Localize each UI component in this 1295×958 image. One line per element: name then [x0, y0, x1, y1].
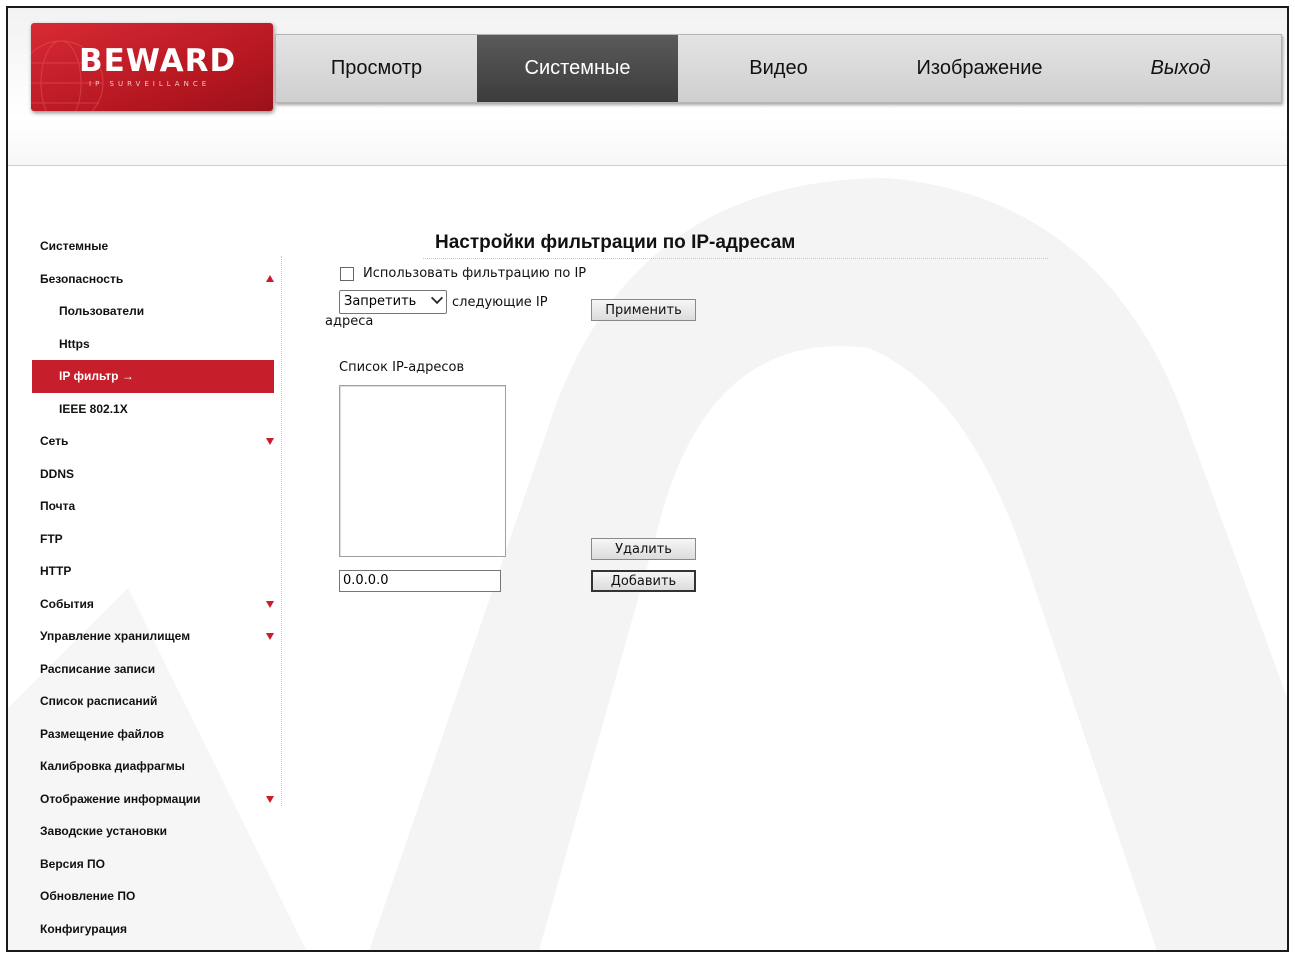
sidebar-item-label: Безопасность — [40, 271, 124, 286]
filter-mode-value: Запретить — [344, 294, 417, 309]
following-ip-label: следующие IP — [452, 295, 548, 310]
top-navigation: Просмотр Системные Видео Изображение Вых… — [275, 34, 1282, 103]
expand-arrow-icon[interactable] — [266, 633, 274, 640]
sidebar-item-ddns[interactable]: DDNS — [32, 458, 274, 491]
sidebar-item-label: IEEE 802.1X — [59, 401, 128, 416]
brand-name: BEWARD — [79, 43, 237, 79]
sidebar-item-ip-filter[interactable]: IP фильтр → — [32, 360, 274, 393]
tab-view[interactable]: Просмотр — [276, 35, 477, 102]
beward-logo[interactable]: BEWARD IP SURVEILLANCE — [31, 23, 273, 111]
sidebar-item-info-display[interactable]: Отображение информации — [32, 783, 274, 816]
tab-video[interactable]: Видео — [678, 35, 879, 102]
sidebar-item-label: Обновление ПО — [40, 889, 136, 903]
addresses-label: адреса — [325, 314, 374, 329]
sidebar-item-firmware-version[interactable]: Версия ПО — [32, 848, 274, 881]
use-filter-checkbox[interactable] — [340, 266, 354, 281]
ip-address-list[interactable] — [339, 385, 506, 557]
sidebar-item-label: Калибровка диафрагмы — [40, 759, 185, 773]
apply-button[interactable]: Применить — [591, 299, 696, 321]
sidebar-item-label: Конфигурация — [40, 921, 128, 936]
page-title: Настройки фильтрации по IP-адресам — [435, 232, 796, 253]
ip-address-input[interactable]: 0.0.0.0 — [339, 570, 501, 592]
sidebar-item-label: Сеть — [40, 434, 69, 448]
add-button[interactable]: Добавить — [591, 570, 696, 592]
brand-tagline: IP SURVEILLANCE — [89, 80, 211, 88]
expand-arrow-icon[interactable] — [266, 600, 274, 608]
delete-button[interactable]: Удалить — [591, 538, 696, 560]
sidebar-item-iris-calibration[interactable]: Калибровка диафрагмы — [32, 750, 274, 783]
sidebar-item-users[interactable]: Пользователи — [32, 295, 274, 328]
sidebar-item-label: Размещение файлов — [40, 726, 165, 741]
sidebar-item-configuration[interactable]: Конфигурация — [32, 913, 274, 946]
tab-image[interactable]: Изображение — [879, 35, 1080, 102]
sidebar-item-storage[interactable]: Управление хранилищем — [32, 620, 274, 653]
sidebar-item-label: Управление хранилищем — [40, 629, 191, 643]
sidebar-item-record-schedule[interactable]: Расписание записи — [32, 653, 274, 686]
sidebar-item-mail[interactable]: Почта — [32, 490, 274, 523]
sidebar-item-http[interactable]: HTTP — [32, 555, 274, 588]
sidebar-divider — [281, 256, 282, 806]
tab-system[interactable]: Системные — [477, 35, 678, 102]
sidebar-menu: Системные Безопасность Пользователи Http… — [32, 230, 274, 945]
sidebar-item-network[interactable]: Сеть — [32, 425, 274, 458]
expand-arrow-icon[interactable] — [266, 795, 274, 803]
use-filter-label: Использовать фильтрацию по IP — [363, 266, 587, 281]
title-divider — [423, 258, 1048, 259]
sidebar-item-system[interactable]: Системные — [32, 230, 274, 263]
header: BEWARD IP SURVEILLANCE Просмотр Системны… — [8, 8, 1287, 166]
sidebar-item-label: Отображение информации — [40, 791, 201, 806]
sidebar-item-label: FTP — [40, 531, 63, 546]
collapse-arrow-icon[interactable] — [266, 274, 274, 282]
use-filter-row: Использовать фильтрацию по IP — [340, 266, 586, 281]
sidebar-item-schedule-list[interactable]: Список расписаний — [32, 685, 274, 718]
sidebar-item-ieee8021x[interactable]: IEEE 802.1X — [32, 393, 274, 426]
sidebar-item-events[interactable]: События — [32, 588, 274, 621]
sidebar-item-label: Версия ПО — [40, 856, 106, 871]
sidebar-item-file-location[interactable]: Размещение файлов — [32, 718, 274, 751]
sidebar-item-label: Список расписаний — [40, 694, 158, 708]
sidebar-item-label: Https — [59, 336, 90, 351]
sidebar-item-label: Расписание записи — [40, 661, 156, 676]
sidebar-item-label: HTTP — [40, 564, 72, 578]
browser-page: BEWARD IP SURVEILLANCE Просмотр Системны… — [6, 6, 1289, 952]
sidebar-item-label: DDNS — [40, 466, 75, 481]
expand-arrow-icon[interactable] — [266, 438, 274, 445]
sidebar-item-firmware-update[interactable]: Обновление ПО — [32, 880, 274, 913]
chevron-down-icon — [430, 291, 444, 305]
sidebar-item-https[interactable]: Https — [32, 328, 274, 361]
sidebar-item-label: IP фильтр → — [59, 369, 134, 383]
filter-mode-select[interactable]: Запретить — [339, 290, 447, 314]
sidebar-item-security[interactable]: Безопасность — [32, 263, 274, 296]
tab-logout[interactable]: Выход — [1080, 35, 1281, 102]
sidebar-item-label: Системные — [40, 239, 109, 253]
sidebar-item-label: Почта — [40, 499, 76, 513]
sidebar-item-ftp[interactable]: FTP — [32, 523, 274, 556]
sidebar-item-factory-default[interactable]: Заводские установки — [32, 815, 274, 848]
ip-list-label: Список IP-адресов — [339, 360, 465, 375]
sidebar-item-label: Заводские установки — [40, 824, 168, 838]
sidebar-item-label: События — [40, 596, 94, 611]
sidebar-item-label: Пользователи — [59, 304, 145, 318]
